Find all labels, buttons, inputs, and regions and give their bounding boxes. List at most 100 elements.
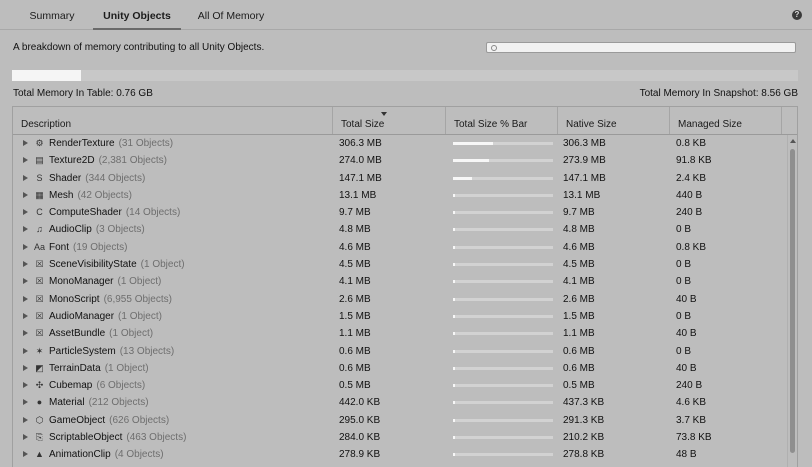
table-row[interactable]: ☒ MonoScript (6,955 Objects) 2.6 MB 2.6 MB 40… bbox=[13, 291, 789, 308]
row-object-count: (6,955 Objects) bbox=[103, 293, 172, 305]
row-size-bar bbox=[453, 418, 553, 422]
row-total-size: 1.5 MB bbox=[339, 310, 371, 322]
table-row[interactable]: ◩ TerrainData (1 Object) 0.6 MB 0.6 MB 40 B bbox=[13, 360, 789, 377]
table-row[interactable]: ● Material (212 Objects) 442.0 KB 437.3 KB 4.… bbox=[13, 394, 789, 411]
row-size-bar-fill bbox=[453, 159, 489, 163]
column-header-native-size[interactable]: Native Size bbox=[558, 107, 670, 134]
row-size-bar bbox=[453, 436, 553, 440]
render-texture-icon: ⚙ bbox=[35, 138, 44, 148]
row-native-size: 437.3 KB bbox=[563, 397, 605, 409]
tab-unity-objects[interactable]: Unity Objects bbox=[93, 0, 181, 30]
row-managed-size: 40 B bbox=[676, 362, 697, 374]
tab-summary[interactable]: Summary bbox=[16, 0, 88, 30]
expand-arrow-icon[interactable] bbox=[23, 209, 28, 216]
row-description: AssetBundle (1 Object) bbox=[49, 325, 153, 342]
column-header-total-size[interactable]: Total Size bbox=[333, 107, 446, 134]
table-row[interactable]: ☒ MonoManager (1 Object) 4.1 MB 4.1 MB 0 B bbox=[13, 273, 789, 290]
table-row[interactable]: ⎘ ScriptableObject (463 Objects) 284.0 KB 21… bbox=[13, 429, 789, 446]
row-size-bar-fill bbox=[453, 263, 455, 267]
row-native-size: 9.7 MB bbox=[563, 207, 595, 219]
font-icon: Aa bbox=[34, 241, 46, 252]
row-size-bar-fill bbox=[453, 193, 455, 197]
row-total-size: 4.6 MB bbox=[339, 241, 371, 253]
material-icon: ● bbox=[36, 397, 43, 408]
cubemap-icon: ✣ bbox=[35, 380, 44, 391]
column-header-managed-size[interactable]: Managed Size bbox=[670, 107, 782, 134]
expand-arrow-icon[interactable] bbox=[23, 434, 28, 441]
table-row[interactable]: ⚙ RenderTexture (31 Objects) 306.3 MB 306.3 … bbox=[13, 135, 789, 152]
row-name: ComputeShader bbox=[49, 207, 122, 219]
row-size-bar bbox=[453, 366, 553, 370]
row-size-bar-fill bbox=[453, 418, 455, 422]
expand-arrow-icon[interactable] bbox=[23, 364, 28, 371]
row-description: SceneVisibilityState (1 Object) bbox=[49, 256, 185, 273]
audio-clip-icon: ♫ bbox=[36, 224, 43, 235]
expand-arrow-icon[interactable] bbox=[23, 174, 28, 181]
row-native-size: 13.1 MB bbox=[563, 189, 601, 201]
row-name: Material bbox=[49, 397, 85, 409]
row-total-size: 13.1 MB bbox=[339, 189, 377, 201]
scrollbar-thumb[interactable] bbox=[790, 149, 795, 453]
row-managed-size: 240 B bbox=[676, 380, 703, 392]
table-row[interactable]: ✶ ParticleSystem (13 Objects) 0.6 MB 0.6 MB 0… bbox=[13, 343, 789, 360]
row-description: TerrainData (1 Object) bbox=[49, 360, 149, 377]
expand-arrow-icon[interactable] bbox=[23, 191, 28, 198]
row-managed-size: 0 B bbox=[676, 224, 692, 236]
table-row[interactable]: S Shader (344 Objects) 147.1 MB 147.1 MB 2.4 … bbox=[13, 170, 789, 187]
expand-arrow-icon[interactable] bbox=[23, 278, 28, 285]
row-size-bar-fill bbox=[453, 384, 455, 388]
row-name: Cubemap bbox=[49, 380, 93, 392]
sort-descending-icon bbox=[381, 112, 387, 116]
help-icon[interactable]: ? bbox=[792, 10, 802, 20]
expand-arrow-icon[interactable] bbox=[23, 416, 28, 423]
row-name: SceneVisibilityState bbox=[49, 259, 137, 271]
expand-arrow-icon[interactable] bbox=[23, 312, 28, 319]
table-row[interactable]: ☒ SceneVisibilityState (1 Object) 4.5 MB 4.5… bbox=[13, 256, 789, 273]
terrain-data-icon: ◩ bbox=[35, 362, 44, 373]
row-name: AssetBundle bbox=[49, 328, 106, 340]
row-total-size: 278.9 KB bbox=[339, 449, 381, 461]
expand-arrow-icon[interactable] bbox=[23, 295, 28, 302]
row-native-size: 1.1 MB bbox=[563, 328, 595, 340]
table-row[interactable]: ☒ AudioManager (1 Object) 1.5 MB 1.5 MB 0 B bbox=[13, 308, 789, 325]
column-header-total-size-bar[interactable]: Total Size % Bar bbox=[446, 107, 558, 134]
tab-all-of-memory[interactable]: All Of Memory bbox=[186, 0, 276, 30]
scroll-up-icon[interactable] bbox=[790, 139, 796, 143]
row-name: Font bbox=[49, 241, 70, 253]
row-name: AudioClip bbox=[49, 224, 92, 236]
expand-arrow-icon[interactable] bbox=[23, 382, 28, 389]
row-total-size: 4.1 MB bbox=[339, 276, 371, 288]
expand-arrow-icon[interactable] bbox=[23, 261, 28, 268]
table-row[interactable]: ▤ Texture2D (2,381 Objects) 274.0 MB 273.9 M… bbox=[13, 152, 789, 169]
row-native-size: 4.1 MB bbox=[563, 276, 595, 288]
table-row[interactable]: ♫ AudioClip (3 Objects) 4.8 MB 4.8 MB 0 B bbox=[13, 221, 789, 238]
table-row[interactable]: C ComputeShader (14 Objects) 9.7 MB 9.7 MB 24… bbox=[13, 204, 789, 221]
vertical-scrollbar[interactable] bbox=[787, 135, 797, 467]
expand-arrow-icon[interactable] bbox=[23, 347, 28, 354]
row-object-count: (42 Objects) bbox=[77, 189, 132, 201]
row-name: AnimationClip bbox=[49, 449, 111, 461]
expand-arrow-icon[interactable] bbox=[23, 140, 28, 146]
expand-arrow-icon[interactable] bbox=[23, 157, 28, 164]
row-object-count: (1 Object) bbox=[140, 259, 185, 271]
column-header-description[interactable]: Description bbox=[13, 107, 333, 134]
expand-arrow-icon[interactable] bbox=[23, 399, 28, 406]
expand-arrow-icon[interactable] bbox=[23, 243, 28, 250]
expand-arrow-icon[interactable] bbox=[23, 330, 28, 337]
table-row[interactable]: Aa Font (19 Objects) 4.6 MB 4.6 MB 0.8 KB bbox=[13, 239, 789, 256]
row-size-bar-fill bbox=[453, 436, 455, 440]
row-size-bar bbox=[453, 245, 553, 249]
search-input[interactable] bbox=[486, 42, 796, 53]
mesh-icon: ▦ bbox=[35, 189, 44, 200]
row-object-count: (1 Object) bbox=[109, 328, 154, 340]
table-row[interactable]: ✣ Cubemap (6 Objects) 0.5 MB 0.5 MB 240 B bbox=[13, 377, 789, 394]
expand-arrow-icon[interactable] bbox=[23, 451, 28, 458]
table-row[interactable]: ☒ AssetBundle (1 Object) 1.1 MB 1.1 MB 40 B bbox=[13, 325, 789, 342]
table-row[interactable]: ⬡ GameObject (626 Objects) 295.0 KB 291.3 KB… bbox=[13, 412, 789, 429]
row-name: RenderTexture bbox=[49, 138, 115, 149]
row-name: ParticleSystem bbox=[49, 345, 116, 357]
table-row[interactable]: ▲ AnimationClip (4 Objects) 278.9 KB 278.8 K… bbox=[13, 446, 789, 463]
row-size-bar bbox=[453, 332, 553, 336]
table-row[interactable]: ▦ Mesh (42 Objects) 13.1 MB 13.1 MB 440 B bbox=[13, 187, 789, 204]
expand-arrow-icon[interactable] bbox=[23, 226, 28, 233]
